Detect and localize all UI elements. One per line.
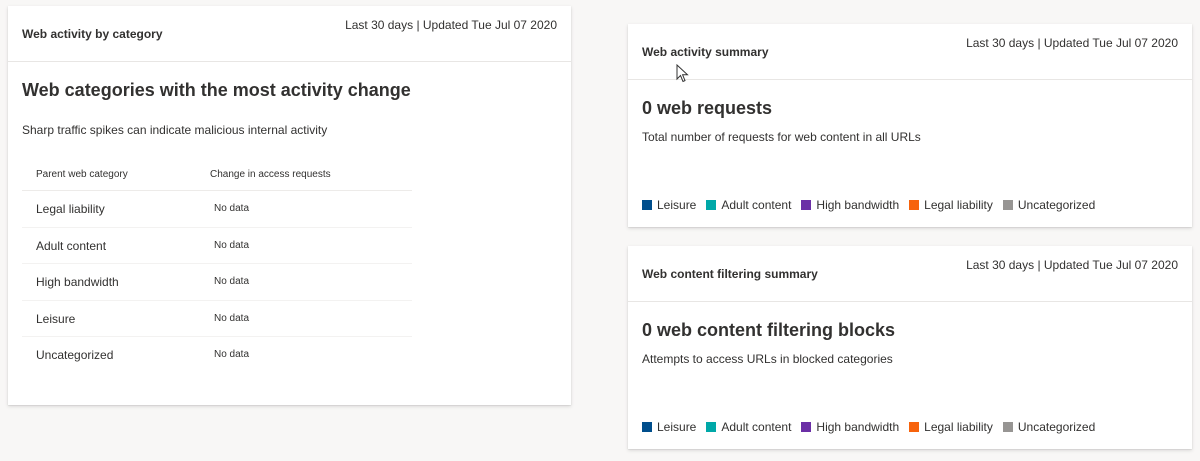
legend-item-leisure[interactable]: Leisure (642, 420, 696, 434)
legend-item-uncategorized[interactable]: Uncategorized (1002, 420, 1096, 434)
column-header-category[interactable]: Parent web category (36, 169, 128, 180)
legend-item-legal-liability[interactable]: Legal liability (909, 198, 993, 212)
legend-swatch (909, 422, 920, 432)
row-change: No data (214, 203, 250, 214)
row-category: Uncategorized (36, 348, 114, 362)
card-title: Web content filtering summary (642, 267, 818, 281)
legend-swatch (706, 200, 717, 210)
legend-swatch (801, 422, 812, 432)
legend-swatch (909, 200, 920, 210)
legend-label: Adult content (721, 420, 792, 434)
table-row[interactable]: Leisure No data (22, 301, 412, 337)
legend-label: Leisure (657, 198, 697, 212)
card-subtext: Sharp traffic spikes can indicate malici… (22, 123, 328, 137)
mouse-cursor-icon (676, 64, 689, 83)
row-category: Adult content (36, 238, 107, 253)
row-change: No data (214, 349, 250, 360)
legend-label: Legal liability (924, 420, 993, 434)
card-header: Web activity by category Last 30 days | … (8, 6, 571, 62)
legend-item-legal-liability[interactable]: Legal liability (909, 420, 993, 434)
legend-item-high-bandwidth[interactable]: High bandwidth (801, 420, 899, 434)
legend-swatch (1002, 422, 1013, 432)
legend-swatch (706, 422, 717, 432)
activity-change-table: Parent web category Change in access req… (22, 163, 412, 374)
web-activity-by-category-card: Web activity by category Last 30 days | … (8, 6, 571, 405)
table-row[interactable]: Adult content No data (22, 228, 412, 264)
legend-item-adult-content[interactable]: Adult content (706, 198, 791, 212)
legend-label: Legal liability (924, 198, 993, 212)
card-heading: 0 web content filtering blocks (642, 320, 896, 340)
legend-label: Adult content (721, 198, 792, 212)
legend-swatch (801, 200, 812, 210)
legend-swatch (642, 422, 652, 432)
card-title: Web activity by category (22, 27, 163, 41)
legend-item-leisure[interactable]: Leisure (642, 198, 696, 212)
table-row[interactable]: High bandwidth No data (22, 264, 412, 301)
row-change: No data (214, 312, 250, 324)
card-header: Web content filtering summary Last 30 da… (628, 246, 1192, 302)
chart-legend: Leisure Adult content High bandwidth Leg… (642, 420, 1105, 434)
table-header: Parent web category Change in access req… (22, 163, 412, 191)
card-updated-meta: Last 30 days | Updated Tue Jul 07 2020 (345, 18, 557, 32)
legend-label: High bandwidth (816, 420, 900, 434)
row-category: High bandwidth (36, 275, 119, 289)
row-change: No data (214, 239, 250, 251)
legend-label: Uncategorized (1017, 420, 1096, 434)
legend-swatch (1002, 200, 1013, 210)
column-header-change[interactable]: Change in access requests (210, 169, 331, 180)
legend-item-uncategorized[interactable]: Uncategorized (1002, 198, 1096, 212)
row-change: No data (214, 276, 250, 287)
card-subtext: Attempts to access URLs in blocked categ… (642, 352, 893, 366)
table-row[interactable]: Legal liability No data (22, 191, 412, 228)
chart-legend: Leisure Adult content High bandwidth Leg… (642, 198, 1105, 212)
web-activity-summary-card: Web activity summary Last 30 days | Upda… (628, 24, 1192, 227)
card-updated-meta: Last 30 days | Updated Tue Jul 07 2020 (966, 258, 1178, 272)
card-heading: Web categories with the most activity ch… (22, 80, 411, 100)
legend-swatch (642, 200, 652, 210)
card-heading: 0 web requests (642, 98, 773, 118)
legend-label: High bandwidth (816, 198, 900, 212)
legend-item-high-bandwidth[interactable]: High bandwidth (801, 198, 899, 212)
card-updated-meta: Last 30 days | Updated Tue Jul 07 2020 (966, 36, 1178, 50)
table-row[interactable]: Uncategorized No data (22, 337, 412, 374)
legend-label: Leisure (657, 420, 697, 434)
card-subtext: Total number of requests for web content… (642, 130, 921, 144)
legend-item-adult-content[interactable]: Adult content (706, 420, 791, 434)
web-content-filtering-summary-card: Web content filtering summary Last 30 da… (628, 246, 1192, 449)
card-header: Web activity summary Last 30 days | Upda… (628, 24, 1192, 80)
row-category: Leisure (36, 311, 76, 326)
row-category: Legal liability (36, 202, 105, 216)
legend-label: Uncategorized (1017, 198, 1096, 212)
card-title: Web activity summary (642, 45, 769, 59)
